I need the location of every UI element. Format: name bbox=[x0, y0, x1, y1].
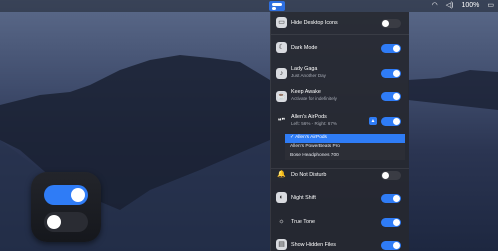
toggle-switch[interactable] bbox=[381, 241, 401, 250]
toggle-switch[interactable] bbox=[381, 19, 401, 28]
menu-bar: ◠ ◁) 100% ▭ bbox=[0, 0, 498, 12]
bell-icon: 🔔 bbox=[277, 171, 286, 178]
menu-item-night-shift[interactable]: ◐ Night Shift bbox=[271, 191, 409, 205]
toggle-switch[interactable] bbox=[381, 92, 401, 101]
battery-percent: 100% bbox=[461, 2, 480, 9]
battery-icon[interactable]: ▭ bbox=[487, 0, 494, 12]
toggle-switch[interactable] bbox=[381, 69, 401, 78]
device-item-allens-airpods[interactable]: ✓ Allen's AirPods bbox=[285, 134, 405, 143]
device-item-powerbeats-pro[interactable]: Allen's PowerBeats Pro bbox=[285, 143, 405, 152]
chevron-up-icon[interactable]: ▲ bbox=[369, 117, 377, 125]
toggle-app-menubar-icon[interactable] bbox=[269, 1, 285, 11]
toggle-switch[interactable] bbox=[381, 218, 401, 227]
menu-item-show-hidden-files[interactable]: ▤ Show Hidden Files bbox=[271, 238, 409, 252]
toggle-switch[interactable] bbox=[381, 44, 401, 53]
menu-item-airpods[interactable]: ❝❞ Allen's AirPods Left: 56% - Right: 67… bbox=[271, 112, 409, 130]
menu-item-true-tone[interactable]: ☼ True Tone bbox=[271, 215, 409, 229]
desktop-icon: ▭ bbox=[276, 17, 287, 28]
night-shift-icon: ◐ bbox=[276, 192, 287, 203]
menu-item-dark-mode[interactable]: ☾ Dark Mode bbox=[271, 41, 409, 55]
airpods-device-list: ✓ Allen's AirPods Allen's PowerBeats Pro… bbox=[285, 134, 405, 160]
dropdown-menu: ▭ Hide Desktop Icons ☾ Dark Mode ♪ Lady … bbox=[270, 12, 409, 251]
device-item-bose-700[interactable]: Bose Headphones 700 bbox=[285, 152, 405, 161]
menu-item-do-not-disturb[interactable]: 🔔 Do Not Disturb bbox=[271, 168, 409, 182]
wifi-icon[interactable]: ◠ bbox=[432, 0, 438, 12]
volume-icon[interactable]: ◁) bbox=[446, 0, 454, 12]
file-icon: ▤ bbox=[276, 239, 287, 250]
music-icon: ♪ bbox=[276, 68, 287, 79]
app-logo bbox=[31, 172, 101, 242]
toggle-switch[interactable] bbox=[381, 117, 401, 126]
toggle-switch[interactable] bbox=[381, 194, 401, 203]
toggle-switch[interactable] bbox=[381, 171, 401, 180]
sun-icon: ☼ bbox=[278, 218, 285, 225]
coffee-icon: ☕ bbox=[276, 91, 287, 102]
airpods-icon: ❝❞ bbox=[277, 118, 286, 125]
menu-item-lady-gaga[interactable]: ♪ Lady Gaga Just Another Day bbox=[271, 64, 409, 82]
menu-item-hide-desktop-icons[interactable]: ▭ Hide Desktop Icons bbox=[271, 16, 409, 30]
moon-icon: ☾ bbox=[276, 42, 287, 53]
menu-item-keep-awake[interactable]: ☕ Keep Awake Activate for indefinitely bbox=[271, 87, 409, 105]
